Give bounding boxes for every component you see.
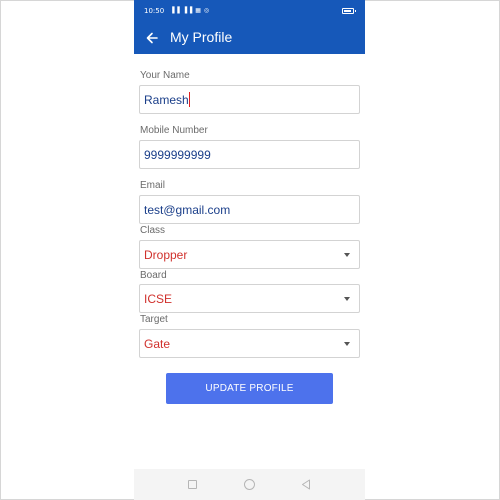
board-label: Board: [140, 270, 167, 281]
arrow-left-icon: [146, 32, 158, 44]
email-value: test@gmail.com: [144, 203, 231, 217]
name-input[interactable]: Ramesh: [139, 85, 360, 114]
target-select[interactable]: Gate: [139, 329, 360, 358]
chevron-down-icon: [344, 297, 350, 301]
battery-icon: [342, 8, 356, 14]
back-button[interactable]: [142, 26, 164, 50]
status-time: 10:50: [144, 7, 165, 15]
board-value: ICSE: [144, 292, 173, 306]
chevron-down-icon: [344, 253, 350, 257]
class-label: Class: [140, 225, 166, 236]
target-value: Gate: [144, 337, 171, 351]
update-profile-button[interactable]: UPDATE PROFILE: [166, 373, 333, 404]
chevron-down-icon: [344, 342, 350, 346]
email-input[interactable]: test@gmail.com: [139, 195, 360, 224]
target-label: Target: [140, 314, 168, 325]
recents-square-icon[interactable]: [188, 480, 197, 489]
mobile-label: Mobile Number: [140, 125, 208, 136]
mobile-input[interactable]: 9999999999: [139, 140, 360, 169]
class-select[interactable]: Dropper: [139, 240, 360, 269]
back-triangle-icon[interactable]: [301, 479, 311, 490]
system-nav-bar: [134, 469, 365, 500]
signal-icons: ▐▐ ▐▐ ▦ ◎: [170, 7, 210, 14]
page-title: My Profile: [170, 29, 233, 45]
status-bar: 10:50 ▐▐ ▐▐ ▦ ◎: [134, 0, 365, 23]
board-select[interactable]: ICSE: [139, 284, 360, 313]
app-bar: My Profile: [134, 23, 365, 54]
name-value: Ramesh: [144, 93, 189, 107]
class-value: Dropper: [144, 248, 188, 262]
mobile-value: 9999999999: [144, 148, 211, 162]
name-label: Your Name: [140, 70, 190, 81]
email-label: Email: [140, 180, 166, 191]
phone-screen: 10:50 ▐▐ ▐▐ ▦ ◎ My Profile Your Name Ram…: [134, 0, 365, 500]
text-cursor: [189, 92, 190, 107]
home-circle-icon[interactable]: [244, 479, 255, 490]
